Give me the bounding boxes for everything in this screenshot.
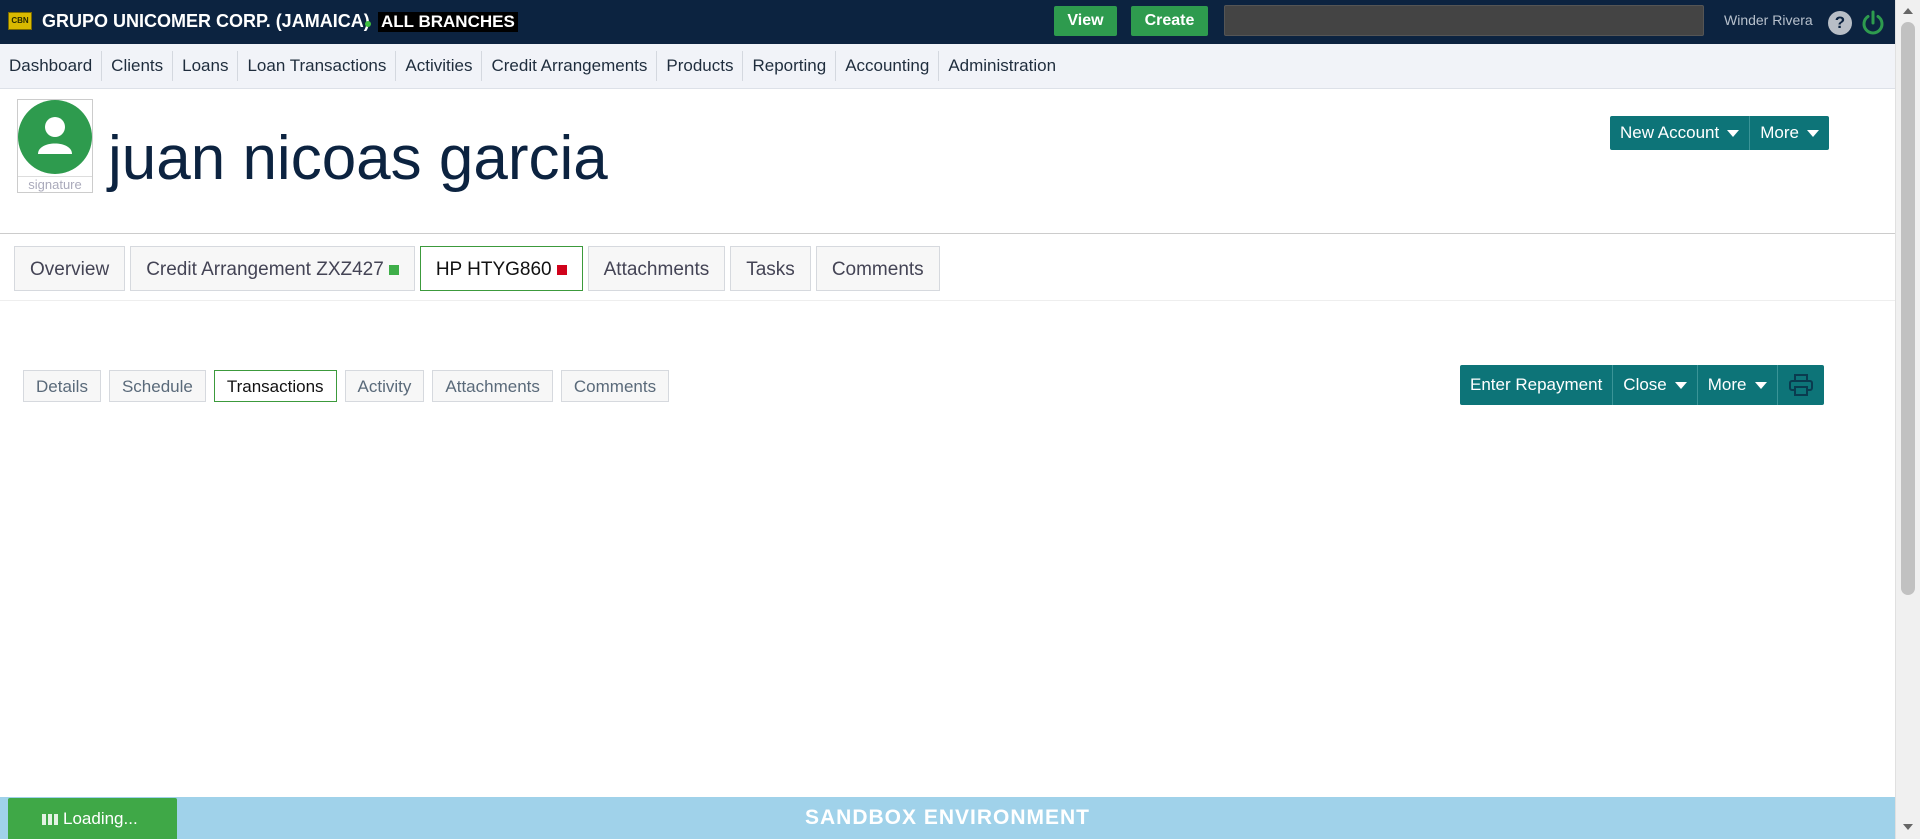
nav-item-loans[interactable]: Loans — [173, 51, 239, 81]
environment-label: SANDBOX ENVIRONMENT — [804, 806, 1091, 829]
loan-subtabs: Details Schedule Transactions Activity A… — [23, 370, 670, 402]
create-button[interactable]: Create — [1131, 6, 1208, 36]
signature-label: signature — [18, 176, 92, 192]
client-more-button[interactable]: More — [1750, 116, 1829, 150]
client-avatar-box[interactable]: signature — [17, 99, 93, 193]
client-more-label: More — [1760, 123, 1799, 142]
nav-item-products[interactable]: Products — [657, 51, 744, 81]
loan-more-button[interactable]: More — [1698, 365, 1778, 405]
environment-banner: SANDBOX ENVIRONMENT — [0, 797, 1895, 839]
power-icon[interactable] — [1860, 10, 1886, 36]
subtab-comments[interactable]: Comments — [560, 370, 670, 402]
main-nav: Dashboard Clients Loans Loan Transaction… — [0, 44, 1895, 89]
tab-label: Attachments — [603, 259, 710, 280]
branch-status-dot — [365, 21, 371, 27]
header-divider — [0, 233, 1895, 234]
tab-hp-account[interactable]: HP HTYG860 — [419, 246, 583, 291]
scroll-thumb[interactable] — [1901, 22, 1915, 595]
chevron-down-icon — [1727, 129, 1740, 137]
nav-item-clients[interactable]: Clients — [102, 51, 174, 81]
user-icon — [38, 117, 72, 154]
loading-bars-icon — [42, 798, 60, 839]
subtab-transactions[interactable]: Transactions — [213, 370, 337, 402]
account-tabs: Overview Credit Arrangement ZXZ427 HP HT… — [14, 246, 940, 291]
tab-tasks[interactable]: Tasks — [730, 246, 811, 291]
search-input[interactable] — [1224, 5, 1704, 36]
help-icon[interactable]: ? — [1828, 11, 1852, 35]
printer-icon — [1788, 374, 1813, 396]
nav-item-activities[interactable]: Activities — [396, 51, 483, 81]
vertical-scrollbar[interactable] — [1895, 0, 1920, 839]
subtab-attachments[interactable]: Attachments — [432, 370, 553, 402]
status-square-icon — [556, 265, 567, 275]
subtab-details[interactable]: Details — [23, 370, 101, 402]
user-name[interactable]: Winder Rivera — [1724, 12, 1813, 28]
enter-repayment-button[interactable]: Enter Repayment — [1460, 365, 1614, 405]
scroll-up-icon[interactable] — [1903, 8, 1913, 14]
close-label: Close — [1623, 375, 1667, 394]
loading-label: Loading... — [63, 809, 138, 828]
nav-item-dashboard[interactable]: Dashboard — [0, 51, 103, 81]
status-square-icon — [388, 265, 399, 275]
nav-item-accounting[interactable]: Accounting — [836, 51, 940, 81]
avatar — [18, 100, 92, 174]
chevron-down-icon — [1754, 381, 1767, 389]
tab-label: Credit Arrangement ZXZ427 — [146, 259, 384, 280]
close-button[interactable]: Close — [1613, 365, 1698, 405]
loan-more-label: More — [1707, 375, 1747, 394]
tab-overview[interactable]: Overview — [14, 246, 126, 291]
tabs-divider — [0, 300, 1895, 301]
nav-item-loan-transactions[interactable]: Loan Transactions — [238, 51, 397, 81]
chevron-down-icon — [1674, 381, 1687, 389]
tab-credit-arrangement[interactable]: Credit Arrangement ZXZ427 — [130, 246, 415, 291]
new-account-label: New Account — [1620, 123, 1720, 142]
nav-item-credit-arrangements[interactable]: Credit Arrangements — [482, 51, 658, 81]
tab-label: HP HTYG860 — [435, 259, 552, 280]
subtab-activity[interactable]: Activity — [344, 370, 425, 402]
tab-label: Overview — [30, 259, 110, 280]
client-actions: New Account More — [1610, 116, 1829, 150]
branch-selector[interactable]: ALL BRANCHES — [378, 12, 518, 32]
tab-attachments[interactable]: Attachments — [587, 246, 726, 291]
chevron-down-icon — [1806, 129, 1819, 137]
company-name[interactable]: GRUPO UNICOMER CORP. (JAMAICA) — [42, 11, 370, 32]
new-account-button[interactable]: New Account — [1610, 116, 1751, 150]
nav-item-administration[interactable]: Administration — [939, 51, 1065, 81]
loading-indicator: Loading... — [8, 798, 177, 839]
company-logo: CBN — [8, 12, 32, 30]
view-button[interactable]: View — [1054, 6, 1117, 36]
tab-comments[interactable]: Comments — [815, 246, 940, 291]
tab-label: Tasks — [746, 259, 795, 280]
subtab-schedule[interactable]: Schedule — [108, 370, 206, 402]
loan-actions: Enter Repayment Close More — [1460, 365, 1824, 405]
nav-item-reporting[interactable]: Reporting — [743, 51, 837, 81]
scroll-down-icon[interactable] — [1903, 824, 1913, 830]
tab-label: Comments — [831, 259, 924, 280]
top-bar: CBN GRUPO UNICOMER CORP. (JAMAICA) ALL B… — [0, 0, 1895, 44]
print-button[interactable] — [1778, 365, 1824, 405]
page-title: juan nicoas garcia — [108, 124, 608, 193]
